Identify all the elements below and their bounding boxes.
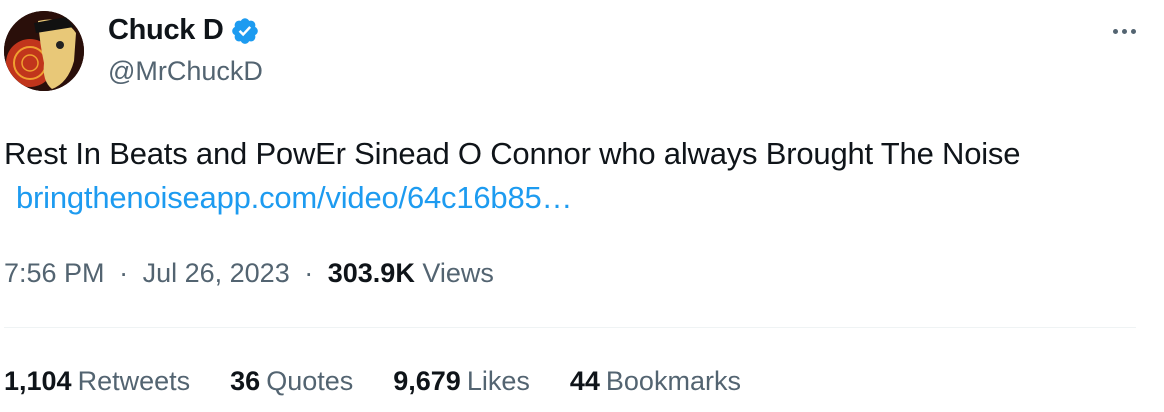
- likes-stat[interactable]: 9,679 Likes: [393, 366, 530, 397]
- dot: [1130, 28, 1136, 34]
- tweet-time[interactable]: 7:56 PM: [4, 258, 105, 288]
- quotes-count: 36: [230, 366, 261, 396]
- separator: ·: [119, 258, 129, 288]
- divider: [4, 327, 1136, 328]
- retweets-count: 1,104: [4, 366, 72, 396]
- engagement-stats: 1,104 Retweets 36 Quotes 9,679 Likes 44 Book…: [4, 366, 741, 397]
- user-handle[interactable]: @MrChuckD: [108, 56, 263, 87]
- dot: [1121, 28, 1127, 34]
- tweet-meta: 7:56 PM · Jul 26, 2023 · 303.9K Views: [4, 258, 494, 289]
- retweets-label: Retweets: [77, 366, 191, 396]
- tweet-link[interactable]: bringthenoiseapp.com/video/64c16b85…: [16, 180, 573, 215]
- views-label: Views: [422, 258, 494, 288]
- quotes-label: Quotes: [266, 366, 354, 396]
- tweet-text: Rest In Beats and PowEr Sinead O Connor …: [4, 132, 1124, 220]
- tweet-body: Rest In Beats and PowEr Sinead O Connor …: [4, 136, 1021, 171]
- display-name[interactable]: Chuck D: [108, 14, 224, 47]
- bookmarks-label: Bookmarks: [605, 366, 741, 396]
- separator: ·: [304, 258, 314, 288]
- tweet-date[interactable]: Jul 26, 2023: [143, 258, 290, 288]
- views-count: 303.9K: [327, 258, 415, 288]
- bookmarks-stat[interactable]: 44 Bookmarks: [570, 366, 741, 397]
- likes-label: Likes: [466, 366, 530, 396]
- likes-count: 9,679: [393, 366, 461, 396]
- more-options-icon[interactable]: [1106, 16, 1142, 46]
- quotes-stat[interactable]: 36 Quotes: [230, 366, 353, 397]
- retweets-stat[interactable]: 1,104 Retweets: [4, 366, 190, 397]
- verified-badge-icon: [230, 16, 260, 46]
- dot: [1112, 28, 1118, 34]
- avatar[interactable]: [4, 11, 84, 91]
- bookmarks-count: 44: [569, 366, 600, 396]
